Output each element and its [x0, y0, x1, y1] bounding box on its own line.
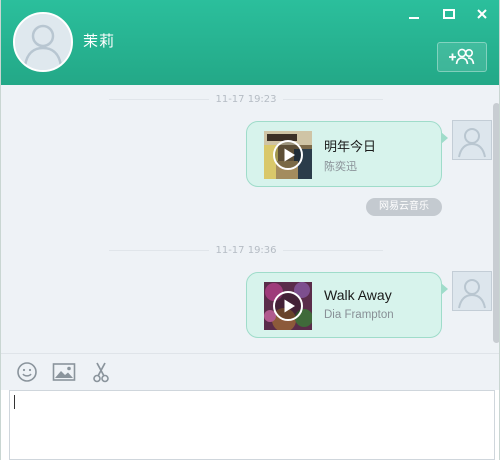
song-artist: Dia Frampton — [324, 309, 394, 321]
default-avatar-icon — [453, 272, 491, 310]
song-title: 明年今日 — [324, 140, 377, 155]
close-icon — [477, 9, 487, 19]
album-cover — [264, 131, 312, 179]
screenshot-button[interactable] — [89, 361, 113, 383]
my-avatar[interactable] — [452, 120, 492, 160]
divider — [109, 249, 210, 251]
close-button[interactable] — [471, 5, 493, 23]
text-caret — [14, 395, 15, 409]
divider — [109, 98, 210, 100]
maximize-button[interactable] — [438, 5, 460, 23]
add-friends-button[interactable] — [437, 42, 487, 72]
image-button[interactable] — [52, 361, 76, 383]
contact-name: 茉莉 — [83, 32, 116, 50]
scrollbar-thumb[interactable] — [493, 103, 499, 343]
emoji-button[interactable] — [15, 361, 39, 383]
play-icon[interactable] — [272, 290, 304, 322]
image-icon — [52, 363, 76, 381]
contact-avatar[interactable] — [13, 12, 73, 72]
timestamp-text: 11-17 19:23 — [215, 94, 277, 105]
chat-header: 茉莉 — [1, 0, 499, 85]
message-timestamp: 11-17 19:23 — [1, 94, 491, 105]
song-artist: 陈奕迅 — [324, 160, 357, 173]
default-avatar-icon — [15, 14, 71, 70]
emoji-icon — [17, 362, 37, 382]
source-tag: 网易云音乐 — [366, 198, 442, 216]
message-list[interactable]: 11-17 19:23 明年今日 陈奕迅 网易云音乐 11-17 19:36 W… — [1, 85, 499, 353]
divider — [282, 98, 383, 100]
music-share-card[interactable]: Walk Away Dia Frampton — [246, 272, 448, 338]
album-cover — [264, 282, 312, 330]
scissors-icon — [93, 362, 109, 383]
default-avatar-icon — [453, 121, 491, 159]
input-toolbar — [1, 353, 499, 390]
my-avatar[interactable] — [452, 271, 492, 311]
song-title: Walk Away — [324, 287, 392, 303]
message-timestamp: 11-17 19:36 — [1, 245, 491, 256]
message-input[interactable] — [9, 390, 495, 460]
add-friends-icon — [449, 48, 475, 65]
maximize-icon — [443, 9, 455, 19]
play-icon[interactable] — [272, 139, 304, 171]
chat-window: 茉莉 11-17 19:23 明年今日 陈奕迅 网易云音乐 11-17 19:3… — [0, 0, 500, 460]
minimize-button[interactable] — [403, 5, 425, 23]
timestamp-text: 11-17 19:36 — [215, 245, 277, 256]
minimize-icon — [409, 17, 419, 19]
music-share-card[interactable]: 明年今日 陈奕迅 — [246, 121, 448, 187]
divider — [282, 249, 383, 251]
